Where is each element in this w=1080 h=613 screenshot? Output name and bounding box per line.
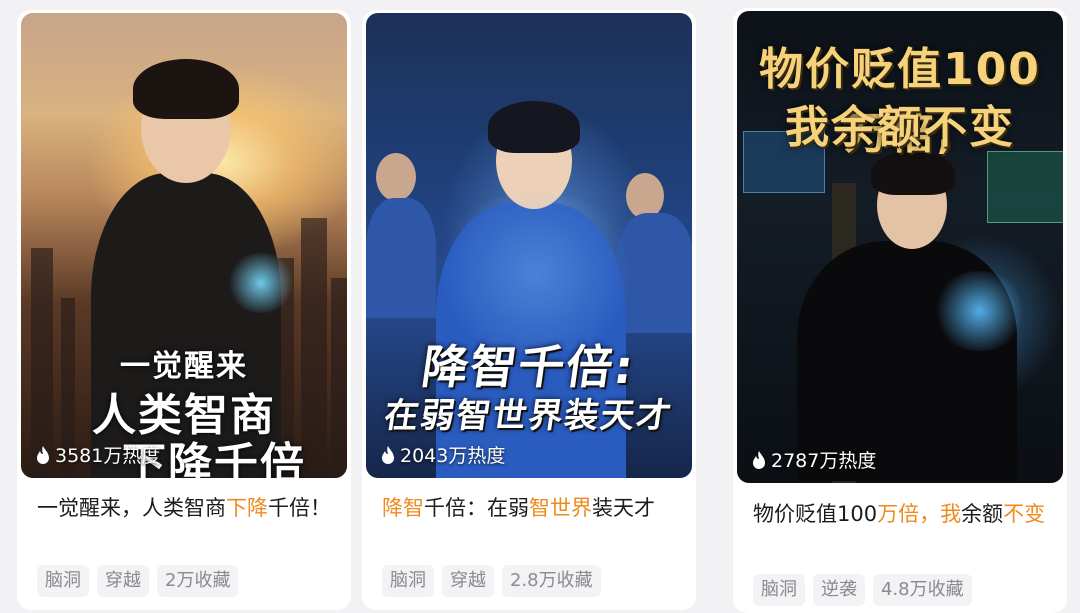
- book-title[interactable]: 一觉醒来，人类智商下降千倍！: [37, 492, 333, 525]
- title-highlight: 下降: [226, 496, 268, 520]
- tag-list: 脑洞 逆袭 4.8万收藏: [753, 574, 972, 606]
- title-highlight: 降智: [382, 496, 424, 520]
- tag-favorites: 4.8万收藏: [873, 574, 972, 606]
- tag-genre[interactable]: 穿越: [442, 565, 494, 597]
- energy-glow: [426, 193, 646, 353]
- title-text: 一觉醒来，人类智商: [37, 496, 226, 520]
- tag-genre[interactable]: 逆袭: [813, 574, 865, 606]
- classmate-figure: [366, 198, 436, 318]
- flame-icon: [37, 445, 49, 464]
- tag-genre[interactable]: 脑洞: [753, 574, 805, 606]
- character-hair: [488, 101, 580, 153]
- heat-badge: 3581万热度: [35, 441, 160, 468]
- cover-title-line-2: 我余额不变: [785, 102, 1015, 153]
- book-card-3[interactable]: 物价贬值100万倍, 我余额不变 2787万热度 物价贬值100万倍，我余额不变…: [733, 8, 1067, 613]
- book-cover-2[interactable]: 降智千倍: 在弱智世界装天才 2043万热度: [366, 13, 692, 478]
- character-hair: [133, 59, 239, 119]
- tag-genre[interactable]: 穿越: [97, 565, 149, 597]
- book-card-1[interactable]: 一觉醒来 人类智商 下降千倍 3581万热度 一觉醒来，人类智商下降千倍！ 脑洞…: [17, 10, 351, 610]
- book-title[interactable]: 物价贬值100万倍，我余额不变: [753, 498, 1049, 531]
- tag-favorites: 2万收藏: [157, 565, 239, 597]
- book-cover-1[interactable]: 一觉醒来 人类智商 下降千倍 3581万热度: [21, 13, 347, 478]
- title-text: 余额: [961, 502, 1004, 526]
- title-text: 物价贬值100: [753, 502, 878, 526]
- hologram-screen: [987, 151, 1063, 223]
- title-highlight: 万倍，我: [877, 502, 962, 526]
- title-highlight: 智世界: [529, 496, 592, 520]
- tag-list: 脑洞 穿越 2.8万收藏: [382, 565, 601, 597]
- tag-genre[interactable]: 脑洞: [37, 565, 89, 597]
- flame-icon: [382, 445, 394, 464]
- energy-glow: [932, 271, 1027, 351]
- cover-title-line-2: 在弱智世界装天才: [381, 396, 676, 436]
- title-highlight: 不变: [1003, 502, 1046, 526]
- title-text: 千倍！: [268, 496, 331, 520]
- book-cover-3[interactable]: 物价贬值100万倍, 我余额不变 2787万热度: [737, 11, 1063, 483]
- book-card-2[interactable]: 降智千倍: 在弱智世界装天才 2043万热度 降智千倍：在弱智世界装天才 脑洞 …: [362, 10, 696, 610]
- heat-badge: 2043万热度: [380, 441, 505, 468]
- tag-list: 脑洞 穿越 2万收藏: [37, 565, 239, 597]
- tag-favorites: 2.8万收藏: [502, 565, 601, 597]
- heat-count: 2043万热度: [400, 445, 506, 467]
- tag-genre[interactable]: 脑洞: [382, 565, 434, 597]
- title-text: 装天才: [592, 496, 655, 520]
- title-text: 千倍：在弱: [424, 496, 529, 520]
- flame-icon: [753, 450, 765, 469]
- classmate-figure: [376, 153, 416, 201]
- book-title[interactable]: 降智千倍：在弱智世界装天才: [382, 492, 678, 525]
- heat-badge: 2787万热度: [751, 446, 876, 473]
- heat-count: 3581万热度: [55, 445, 161, 467]
- heat-count: 2787万热度: [771, 450, 877, 472]
- energy-glow: [226, 253, 296, 313]
